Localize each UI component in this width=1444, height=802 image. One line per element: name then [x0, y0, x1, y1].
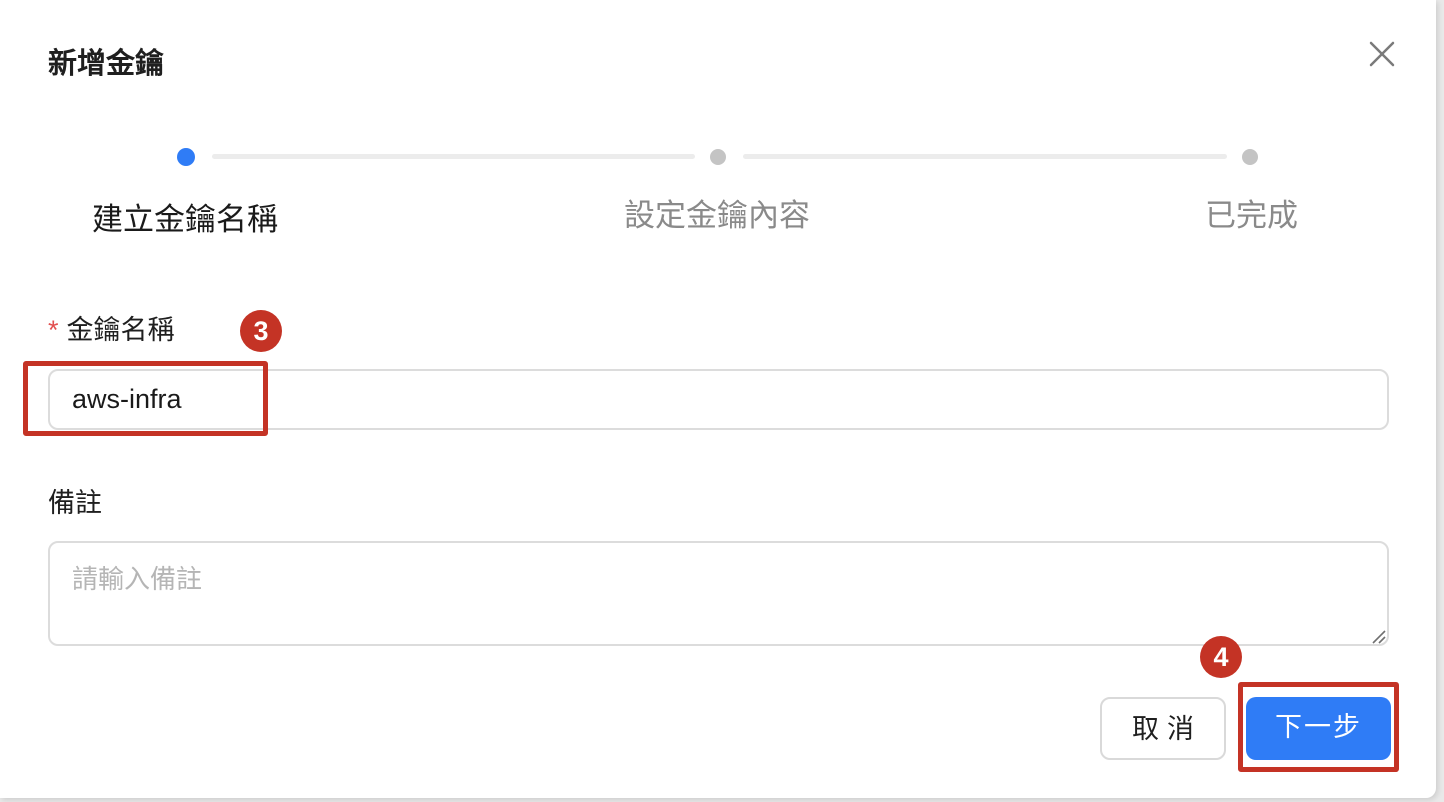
step-dot [1242, 149, 1258, 165]
dialog-title: 新增金鑰 [48, 48, 165, 80]
add-key-dialog: 新增金鑰 建立金鑰名稱 設定金鑰內容 已完成 *金鑰名稱 3 備註 4 取消 下… [0, 0, 1436, 798]
note-textarea[interactable] [48, 541, 1389, 646]
key-name-input[interactable] [48, 369, 1389, 430]
step-label-set-content: 設定金鑰內容 [624, 198, 810, 233]
key-name-label: * 金鑰名稱 [48, 312, 175, 348]
step-dot [710, 149, 726, 165]
annotation-badge-3: 3 [240, 310, 282, 352]
resize-handle-icon[interactable] [1370, 628, 1386, 644]
next-step-button[interactable]: 下一步 [1246, 697, 1391, 760]
step-dot-active [177, 148, 195, 166]
annotation-badge-4: 4 [1200, 636, 1242, 678]
required-mark: * [48, 315, 59, 345]
step-connector [212, 154, 695, 159]
step-label-completed: 已完成 [1205, 198, 1298, 233]
key-name-label-text: 金鑰名稱 [66, 315, 175, 345]
close-button[interactable] [1364, 36, 1400, 72]
cancel-button[interactable]: 取消 [1100, 697, 1226, 760]
step-label-create-name: 建立金鑰名稱 [92, 202, 278, 237]
close-icon [1369, 41, 1395, 67]
note-label: 備註 [48, 488, 102, 518]
step-connector [743, 154, 1227, 159]
